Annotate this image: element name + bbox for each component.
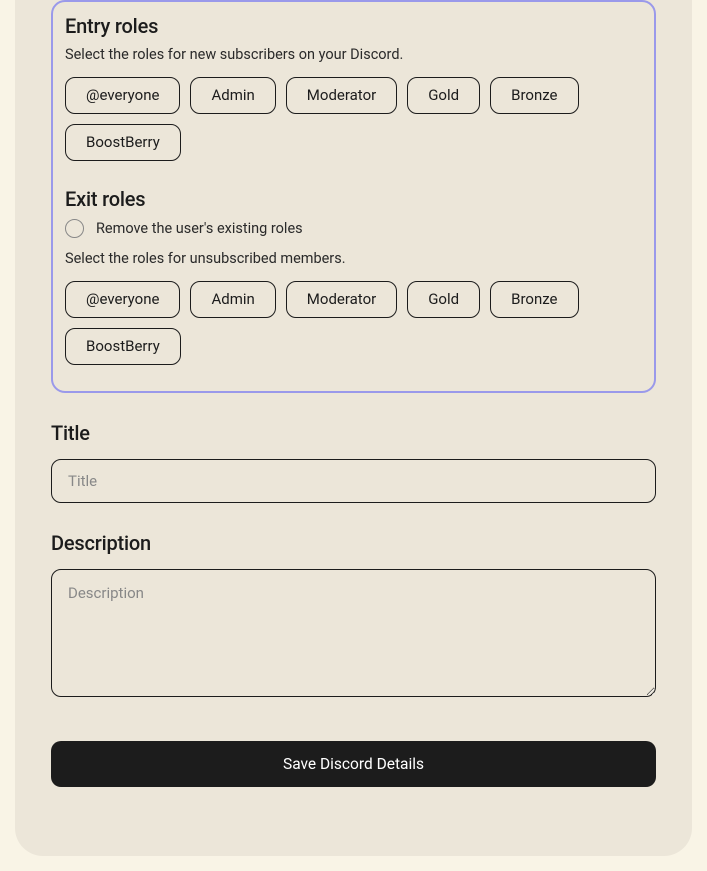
- exit-roles-description: Select the roles for unsubscribed member…: [65, 250, 642, 267]
- exit-role-chip[interactable]: Admin: [190, 281, 275, 318]
- entry-role-chip[interactable]: Bronze: [490, 77, 578, 114]
- exit-role-chip[interactable]: @everyone: [65, 281, 180, 318]
- entry-role-chip[interactable]: Gold: [407, 77, 480, 114]
- entry-roles-section: Entry roles Select the roles for new sub…: [65, 14, 642, 161]
- remove-existing-roles-option[interactable]: Remove the user's existing roles: [65, 219, 642, 238]
- exit-role-chip[interactable]: BoostBerry: [65, 328, 181, 365]
- entry-roles-title: Entry roles: [65, 14, 642, 38]
- radio-unchecked-icon[interactable]: [65, 219, 84, 238]
- entry-roles-description: Select the roles for new subscribers on …: [65, 46, 642, 63]
- exit-roles-chips: @everyone Admin Moderator Gold Bronze Bo…: [65, 281, 642, 365]
- entry-roles-chips: @everyone Admin Moderator Gold Bronze Bo…: [65, 77, 642, 161]
- exit-role-chip[interactable]: Moderator: [286, 281, 397, 318]
- title-field-block: Title: [51, 421, 656, 503]
- entry-role-chip[interactable]: BoostBerry: [65, 124, 181, 161]
- exit-role-chip[interactable]: Bronze: [490, 281, 578, 318]
- exit-role-chip[interactable]: Gold: [407, 281, 480, 318]
- description-label: Description: [51, 531, 656, 555]
- entry-role-chip[interactable]: Admin: [190, 77, 275, 114]
- roles-panel: Entry roles Select the roles for new sub…: [51, 0, 656, 393]
- exit-roles-title: Exit roles: [65, 187, 642, 211]
- title-input[interactable]: [51, 459, 656, 503]
- description-input[interactable]: [51, 569, 656, 697]
- save-button[interactable]: Save Discord Details: [51, 741, 656, 787]
- title-label: Title: [51, 421, 656, 445]
- entry-role-chip[interactable]: Moderator: [286, 77, 397, 114]
- description-field-block: Description: [51, 531, 656, 701]
- remove-roles-label: Remove the user's existing roles: [96, 220, 303, 237]
- entry-role-chip[interactable]: @everyone: [65, 77, 180, 114]
- exit-roles-section: Exit roles Remove the user's existing ro…: [65, 187, 642, 365]
